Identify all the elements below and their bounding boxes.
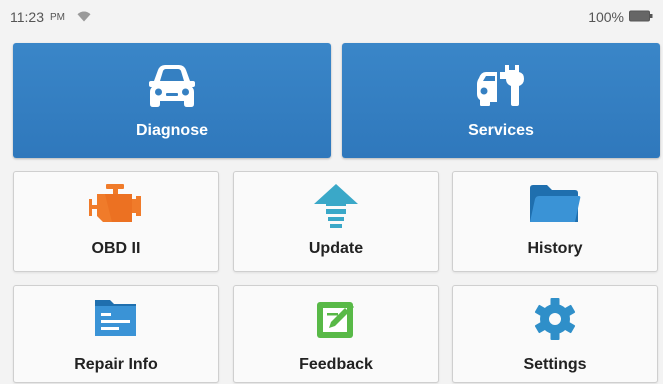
document-folder-icon <box>92 296 140 345</box>
settings-label: Settings <box>523 356 587 373</box>
gear-icon <box>531 296 579 347</box>
status-bar: 11:23 PM 100% <box>0 0 663 34</box>
history-label: History <box>527 240 583 257</box>
update-tile[interactable]: Update <box>233 171 439 272</box>
edit-note-icon <box>312 296 360 347</box>
folder-icon <box>528 182 582 231</box>
diagnose-tile[interactable]: Diagnose <box>13 43 331 158</box>
diagnose-label: Diagnose <box>135 122 208 139</box>
status-time: 11:23 <box>10 9 44 25</box>
battery-percent: 100% <box>588 9 624 25</box>
settings-tile[interactable]: Settings <box>452 285 658 383</box>
services-label: Services <box>468 122 534 139</box>
obd-tile[interactable]: OBD II <box>13 171 219 272</box>
services-tile[interactable]: Services <box>342 43 660 158</box>
arrow-up-icon <box>310 182 362 235</box>
repair-info-label: Repair Info <box>74 356 158 373</box>
feedback-label: Feedback <box>299 356 373 373</box>
car-wrench-icon <box>475 64 527 111</box>
battery-icon <box>629 9 653 25</box>
repair-info-tile[interactable]: Repair Info <box>13 285 219 383</box>
status-left: 11:23 PM <box>10 9 91 25</box>
wifi-icon <box>77 9 91 25</box>
car-front-icon <box>147 64 197 113</box>
status-ampm: PM <box>50 11 65 23</box>
obd-label: OBD II <box>91 240 141 257</box>
status-right: 100% <box>588 9 653 25</box>
feedback-tile[interactable]: Feedback <box>233 285 439 383</box>
history-tile[interactable]: History <box>452 171 658 272</box>
update-label: Update <box>308 240 364 257</box>
engine-icon <box>88 182 144 231</box>
